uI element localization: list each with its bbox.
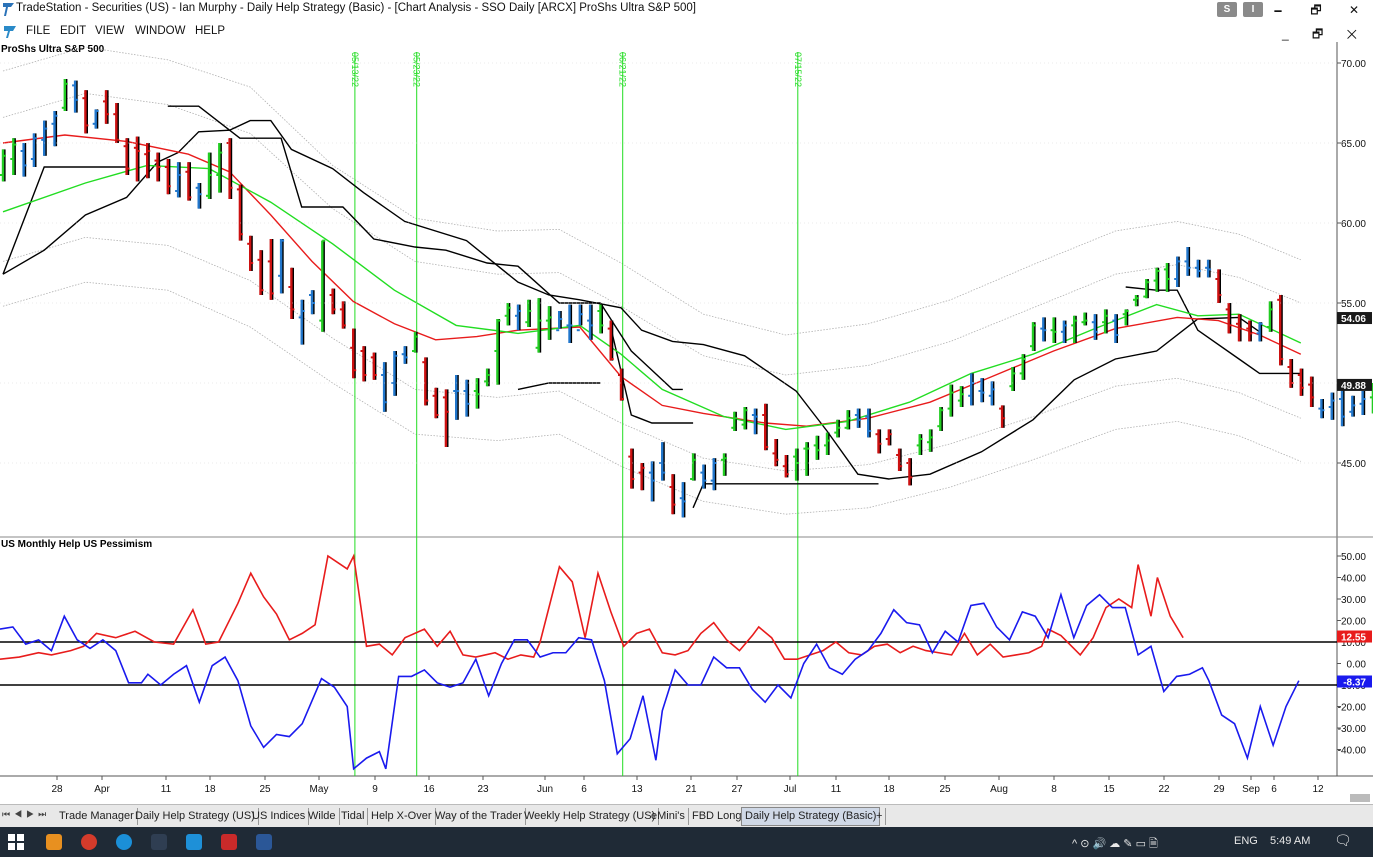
chrome-icon[interactable]	[81, 834, 97, 850]
indicator-tick-label: 0.00	[1347, 660, 1367, 671]
x-tick-label: 8	[1051, 784, 1057, 795]
price-tick-label: 55.00	[1341, 299, 1366, 310]
app-red-icon[interactable]	[221, 834, 237, 850]
chart-area[interactable]: ProShs Ultra S&P 500 US Monthly Help US …	[0, 42, 1373, 804]
x-tick-label: 29	[1213, 784, 1225, 795]
x-tick-label: Aug	[990, 784, 1008, 795]
x-tick-label: May	[310, 784, 329, 795]
indicator-value-label-1: -8.37	[1343, 677, 1366, 688]
x-tick-label: 12	[1312, 784, 1324, 795]
tradestation-taskbar-icon[interactable]	[186, 834, 202, 850]
x-tick-label: 11	[161, 784, 172, 795]
edge-icon[interactable]	[116, 834, 132, 850]
clock[interactable]: 5:49 AM	[1270, 835, 1310, 847]
windows-start-icon[interactable]	[8, 834, 24, 850]
workspace-tab[interactable]: Weekly Help Strategy (US)	[521, 808, 660, 825]
window-title: TradeStation - Securities (US) - Ian Mur…	[16, 2, 697, 14]
x-tick-label: 25	[259, 784, 271, 795]
workspace-tab[interactable]: Help X-Over	[368, 808, 436, 825]
indicator-tick-label: 50.00	[1341, 552, 1366, 563]
minimize-button[interactable]: 🗕	[1259, 0, 1297, 20]
menu-edit[interactable]: EDIT	[60, 25, 86, 37]
price-chart-title: ProShs Ultra S&P 500	[1, 44, 105, 55]
indicator-tick-label: 30.00	[1341, 595, 1366, 606]
price-label-1: 49.88	[1341, 381, 1366, 392]
close-button[interactable]: ✕	[1335, 0, 1373, 20]
workspace-tab[interactable]: eMini's	[648, 808, 689, 825]
workspace-tab[interactable]: Wilde	[305, 808, 340, 825]
price-tick-label: 60.00	[1341, 219, 1366, 230]
x-tick-label: 13	[631, 784, 643, 795]
x-tick-label: Jul	[784, 784, 797, 795]
x-tick-label: 22	[1158, 784, 1170, 795]
price-label-0: 54.06	[1341, 314, 1366, 325]
restore-button[interactable]: 🗗	[1297, 0, 1335, 20]
date-marker-label-0: 05/13/22	[350, 52, 360, 87]
x-tick-label: 25	[939, 784, 951, 795]
tradestation-menu-icon[interactable]	[3, 25, 17, 39]
x-tick-label: Apr	[94, 784, 110, 795]
notifications-icon[interactable]: 🗨	[1334, 832, 1352, 849]
x-tick-label: 27	[731, 784, 743, 795]
x-tick-label: 18	[883, 784, 895, 795]
x-tick-label: 16	[423, 784, 435, 795]
x-tick-label: Jun	[537, 784, 553, 795]
horizontal-scrollbar[interactable]	[1350, 794, 1370, 802]
system-tray-icons[interactable]: ^ ⊙ 🔊 ☁ ✎ ▭ 🗎	[1072, 835, 1158, 854]
indicator-value-label-0: 12.55	[1341, 633, 1366, 644]
app-icon[interactable]	[151, 834, 167, 850]
menu-bar: FILE EDIT VIEW WINDOW HELP _ 🗗 ✕	[0, 22, 1373, 42]
x-tick-label: 23	[477, 784, 489, 795]
x-tick-label: 9	[372, 784, 378, 795]
indicator-tick-label: -20.00	[1338, 703, 1367, 714]
menu-window[interactable]: WINDOW	[135, 25, 185, 37]
workspace-tab[interactable]: Tidal	[338, 808, 369, 825]
indicator-tick-label: -40.00	[1338, 746, 1367, 757]
menu-view[interactable]: VIEW	[95, 25, 124, 37]
tradestation-logo-icon	[3, 3, 14, 16]
price-tick-label: 65.00	[1341, 139, 1366, 150]
menu-file[interactable]: FILE	[26, 25, 50, 37]
workspace-tab[interactable]: Daily Help Strategy (US)	[132, 808, 259, 825]
date-marker-label-2: 06/21/22	[618, 52, 628, 87]
x-tick-label: 6	[1271, 784, 1277, 795]
workspace-tab[interactable]: Trade Manager	[56, 808, 138, 825]
workspace-tab[interactable]: FBD Long	[689, 808, 746, 825]
new-tab-button[interactable]: +	[873, 808, 887, 825]
indicator-tick-label: -30.00	[1338, 724, 1367, 735]
indicator-tick-label: 40.00	[1341, 574, 1366, 585]
file-explorer-icon[interactable]	[46, 834, 62, 850]
x-tick-label: 18	[204, 784, 216, 795]
x-tick-label: 6	[581, 784, 587, 795]
title-bar: TradeStation - Securities (US) - Ian Mur…	[0, 0, 1373, 20]
x-tick-label: 28	[51, 784, 63, 795]
date-marker-label-1: 05/23/22	[412, 52, 422, 87]
s-button[interactable]: S	[1217, 2, 1237, 17]
indicator-tick-label: 20.00	[1341, 617, 1366, 628]
workspace-tab[interactable]: Daily Help Strategy (Basic)	[741, 807, 881, 826]
windows-taskbar: ^ ⊙ 🔊 ☁ ✎ ▭ 🗎 ENG 5:49 AM 🗨	[0, 827, 1373, 857]
x-tick-label: Sep	[1242, 784, 1260, 795]
workspace-tabs: ⏮◀▶⏭ Trade Manager Daily Help Strategy (U…	[0, 804, 1373, 827]
x-tick-label: 21	[685, 784, 697, 795]
x-tick-label: 15	[1103, 784, 1115, 795]
x-tick-label: 11	[831, 784, 842, 795]
price-tick-label: 45.00	[1341, 459, 1366, 470]
menu-help[interactable]: HELP	[195, 25, 225, 37]
language-indicator[interactable]: ENG	[1234, 835, 1258, 847]
workspace-tab[interactable]: Way of the Trader	[432, 808, 527, 825]
workspace-tab[interactable]: US Indices	[249, 808, 310, 825]
price-tick-label: 70.00	[1341, 59, 1366, 70]
indicator-title: US Monthly Help US Pessimism	[1, 539, 152, 550]
word-icon[interactable]	[256, 834, 272, 850]
date-marker-label-3: 07/15/22	[793, 52, 803, 87]
tab-nav-arrows[interactable]: ⏮◀▶⏭	[2, 809, 50, 820]
